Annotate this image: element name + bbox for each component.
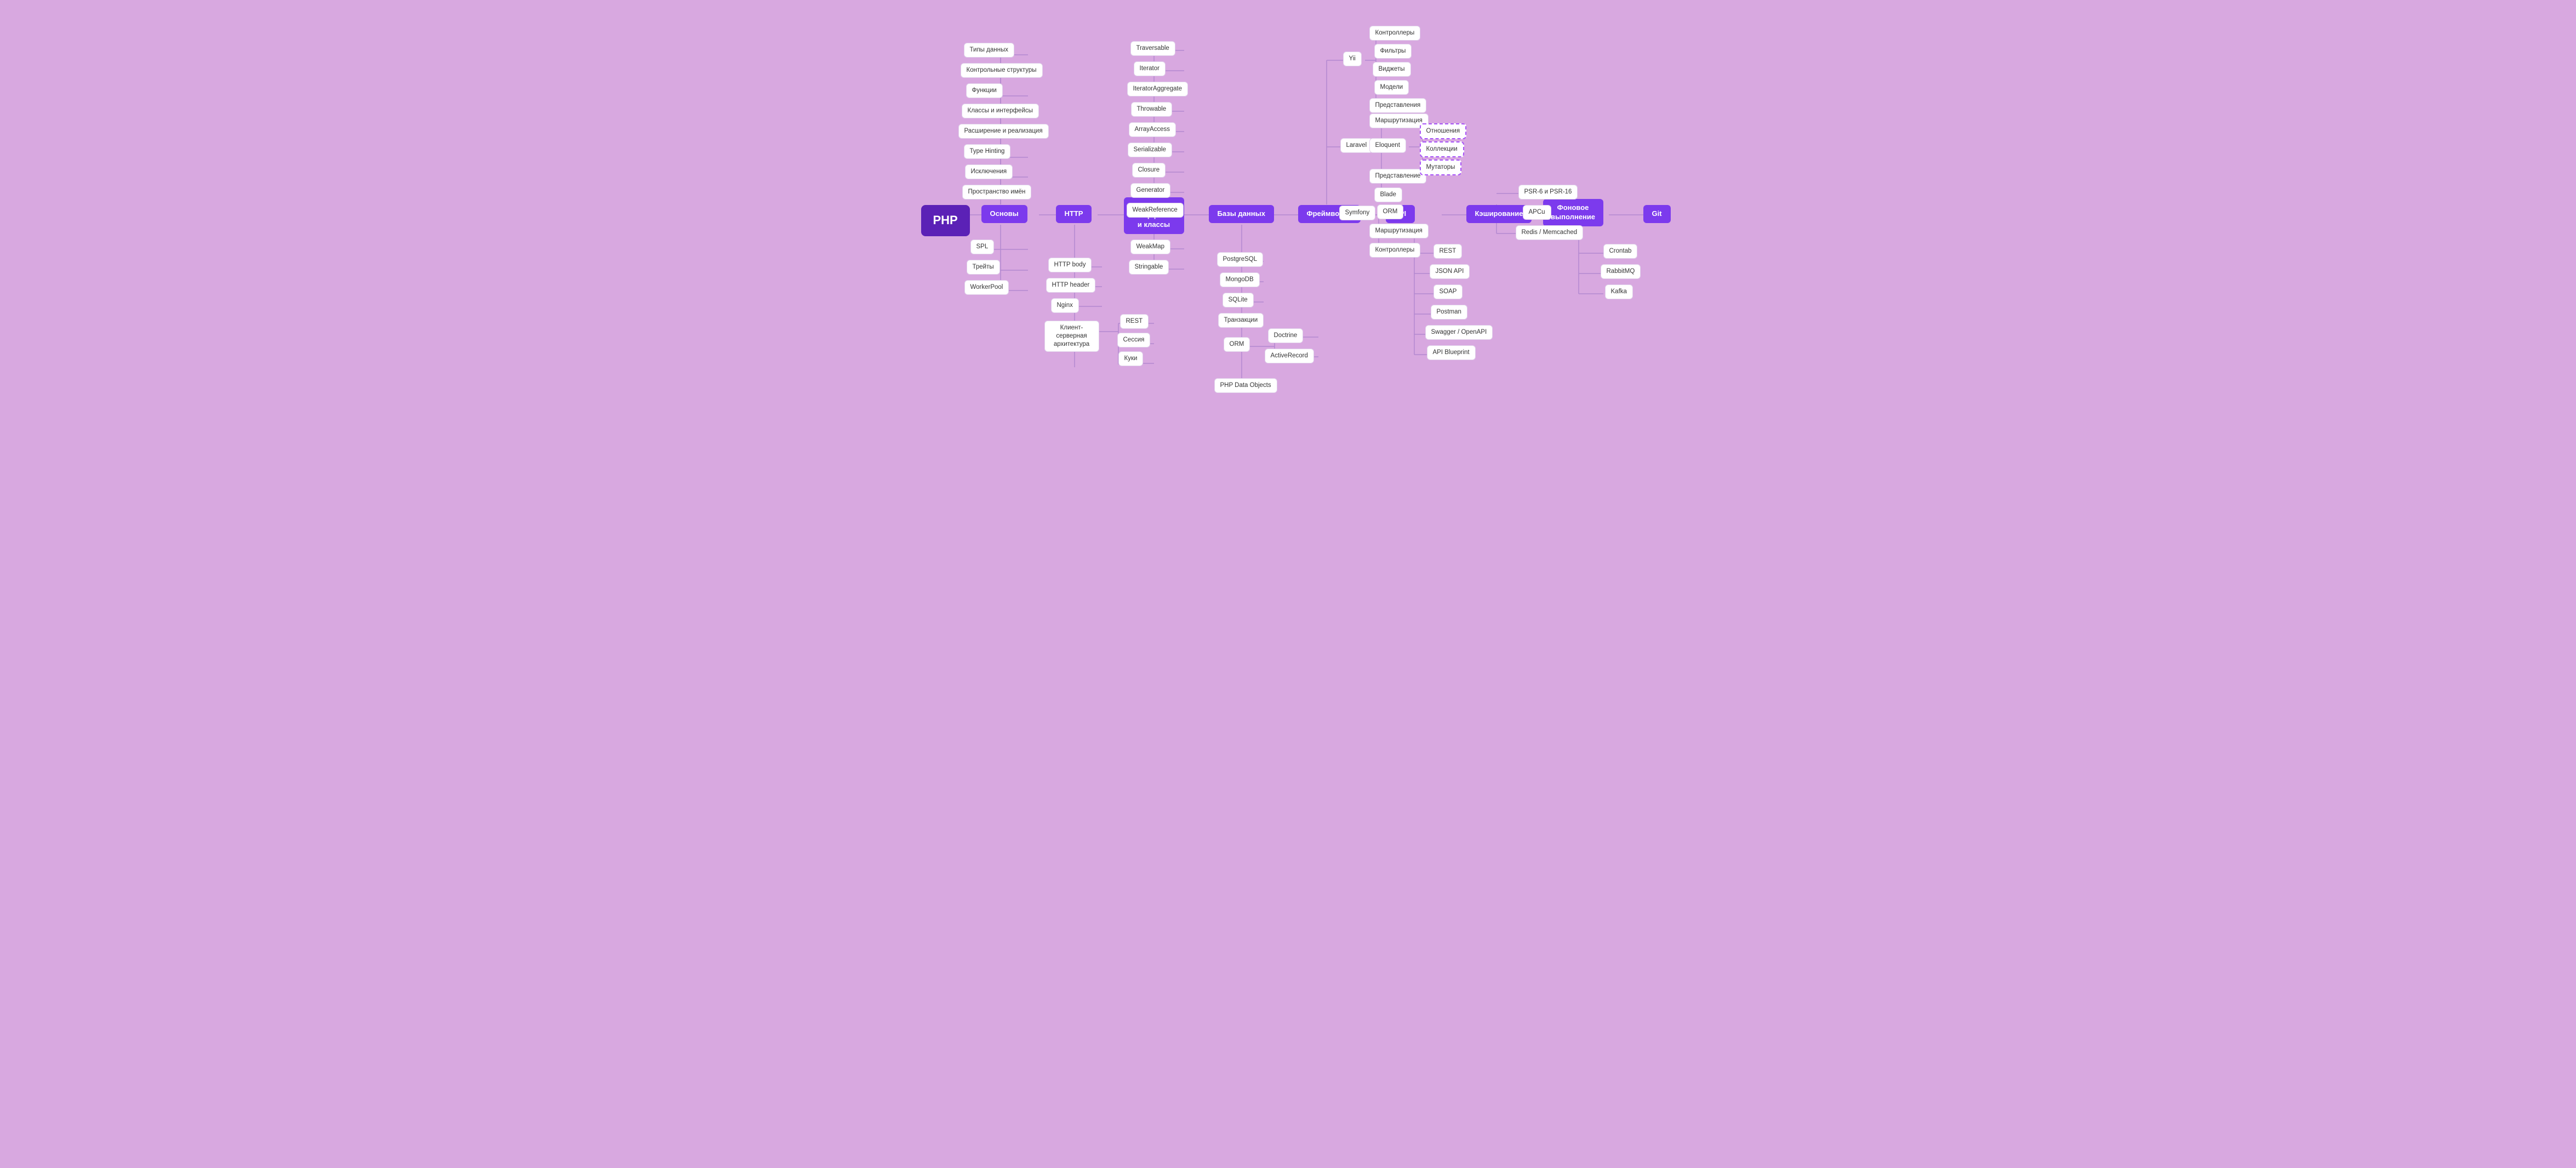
leaf-postman: Postman	[1431, 305, 1467, 320]
leaf-kafka: Kafka	[1605, 284, 1633, 299]
leaf-iskl: Исключения	[965, 164, 1013, 179]
leaf-kollekcii: Коллекции	[1420, 141, 1464, 157]
leaf-klassy: Классы и интерфейсы	[962, 104, 1039, 118]
leaf-marshrutizaciya-symfony: Маршрутизация	[1369, 224, 1429, 238]
leaf-nginx: Nginx	[1051, 298, 1079, 313]
leaf-weakmap: WeakMap	[1130, 240, 1171, 254]
leaf-rest-http: REST	[1120, 314, 1149, 329]
leaf-eloquent: Eloquent	[1369, 138, 1406, 153]
leaf-sqlite: SQLite	[1223, 293, 1254, 307]
leaf-traversable: Traversable	[1130, 41, 1175, 56]
node-symfony: Symfony	[1339, 206, 1376, 220]
node-laravel: Laravel	[1340, 138, 1373, 153]
leaf-throwable: Throwable	[1131, 102, 1173, 117]
leaf-kuki: Куки	[1118, 351, 1144, 366]
leaf-apcu: APCu	[1523, 205, 1551, 220]
leaf-weakreference: WeakReference	[1127, 203, 1184, 218]
leaf-mutatory: Мутаторы	[1420, 159, 1462, 175]
leaf-orm-symfony: ORM	[1377, 204, 1404, 219]
node-yii: Yii	[1343, 52, 1362, 66]
leaf-predstavlenie: Представление	[1369, 169, 1427, 184]
leaf-predstavleniya: Представления	[1369, 98, 1427, 113]
leaf-redis: Redis / Memcached	[1516, 225, 1584, 240]
leaf-kontrollery-yii: Контроллеры	[1369, 26, 1421, 41]
leaf-iterator: Iterator	[1134, 61, 1166, 76]
leaf-rest-api: REST	[1433, 244, 1463, 259]
leaf-modeli: Модели	[1374, 80, 1409, 95]
leaf-tipy: Типы данных	[964, 43, 1014, 58]
main-node-git: Git	[1643, 205, 1671, 223]
leaf-filtry: Фильтры	[1374, 44, 1412, 59]
leaf-postgresql: PostgreSQL	[1217, 252, 1264, 267]
leaf-iteratoragg: IteratorAggregate	[1127, 82, 1189, 96]
leaf-crontab: Crontab	[1603, 244, 1638, 259]
main-node-cache: Кэширование	[1466, 205, 1532, 223]
leaf-httpheader: HTTP header	[1046, 278, 1096, 293]
leaf-tranzakcii: Транзакции	[1218, 313, 1264, 328]
leaf-activerecord: ActiveRecord	[1265, 349, 1314, 363]
main-node-http: HTTP	[1056, 205, 1092, 223]
leaf-rasshir: Расширение и реализация	[958, 124, 1049, 139]
main-node-db: Базы данных	[1209, 205, 1274, 223]
leaf-spl: SPL	[970, 240, 995, 254]
leaf-prostranstvo: Пространство имён	[962, 185, 1032, 200]
leaf-pdo: PHP Data Objects	[1214, 378, 1277, 393]
leaf-jsonapi: JSON API	[1430, 264, 1470, 279]
leaf-func: Функции	[966, 83, 1003, 98]
leaf-swagger: Swagger / OpenAPI	[1425, 325, 1493, 340]
leaf-treity: Трейты	[967, 260, 1000, 275]
leaf-blade: Blade	[1374, 187, 1402, 202]
mindmap-container: PHP Основы HTTP Встроенные интерфейсы и …	[905, 0, 1672, 428]
leaf-blueprint: API Blueprint	[1427, 345, 1476, 360]
leaf-arch: Клиент-серверная архитектура	[1044, 321, 1099, 352]
main-node-bg: Фоновое выполнение	[1543, 199, 1603, 226]
leaf-otnosheniya: Отношения	[1420, 123, 1467, 139]
leaf-sessiya: Сессия	[1117, 333, 1151, 347]
leaf-doctrine: Doctrine	[1268, 328, 1304, 343]
main-node-osnovy: Основы	[981, 205, 1027, 223]
leaf-psr: PSR-6 и PSR-16	[1518, 185, 1578, 200]
leaf-arrayaccess: ArrayAccess	[1129, 122, 1176, 137]
leaf-vidzety: Виджеты	[1373, 62, 1411, 77]
leaf-workerpool: WorkerPool	[964, 280, 1009, 295]
leaf-serializable: Serializable	[1128, 143, 1172, 157]
root-node: PHP	[921, 205, 970, 236]
leaf-typehint: Type Hinting	[964, 144, 1011, 159]
leaf-httpbody: HTTP body	[1048, 258, 1092, 272]
leaf-rabbitmq: RabbitMQ	[1601, 264, 1641, 279]
leaf-closure: Closure	[1132, 163, 1166, 178]
leaf-soap: SOAP	[1433, 284, 1463, 299]
leaf-kontrol: Контрольные структуры	[961, 63, 1043, 78]
leaf-generator: Generator	[1130, 183, 1171, 198]
leaf-kontrollery-symfony: Контроллеры	[1369, 243, 1421, 258]
leaf-mongodb: MongoDB	[1220, 272, 1260, 287]
leaf-stringable: Stringable	[1129, 260, 1169, 275]
leaf-orm: ORM	[1224, 337, 1250, 352]
